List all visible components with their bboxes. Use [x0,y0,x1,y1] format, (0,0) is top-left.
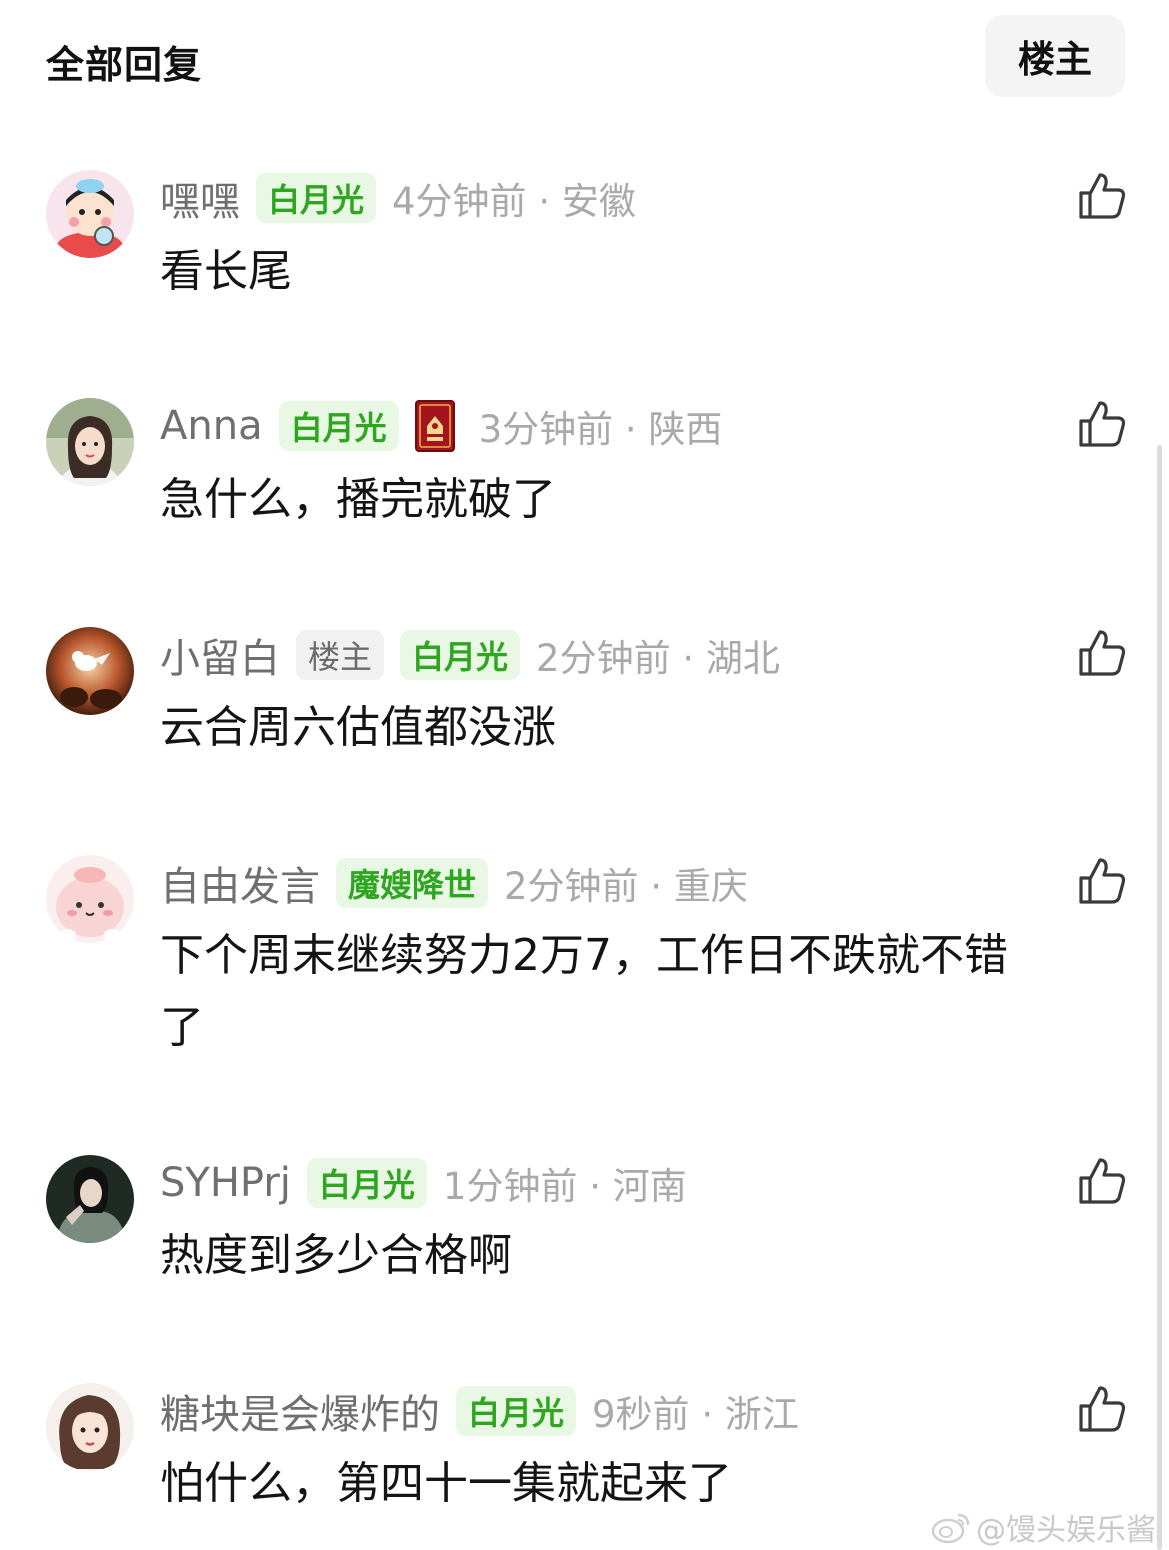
time-location: 4分钟前 · 安徽 [392,171,636,225]
owner-only-filter-button[interactable]: 楼主 [985,15,1125,97]
comment-meta: SYHPrj 白月光 1分钟前 · 河南 [160,1155,687,1211]
meta-separator: · [682,637,695,680]
avatar[interactable] [46,627,134,715]
comment-time: 2分钟前 [504,865,639,908]
time-location: 1分钟前 · 河南 [443,1156,687,1210]
thumbs-up-icon[interactable] [1076,170,1128,222]
time-location: 2分钟前 · 湖北 [536,628,780,682]
username[interactable]: 小留白 [160,626,280,684]
fan-badge[interactable]: 白月光 [306,1158,427,1208]
thumbs-up-icon[interactable] [1076,398,1128,450]
username[interactable]: 嘿嘿 [160,169,240,227]
username[interactable]: Anna [160,403,263,449]
weibo-logo-icon [931,1513,970,1544]
comment-time: 4分钟前 [392,180,527,223]
comment-location: 湖北 [705,637,780,680]
header: 全部回复 楼主 [0,0,1169,110]
comment-location: 重庆 [673,865,748,908]
meta-separator: · [624,408,637,451]
comment-text: 云合周六估值都没涨 [160,702,556,753]
username[interactable]: 糖块是会爆炸的 [160,1382,440,1440]
watermark-text: @馒头娱乐酱 [976,1513,1156,1548]
comment-text-line: 了 [160,1002,204,1053]
meta-separator: · [701,1393,714,1436]
comment-time: 3分钟前 [478,408,614,451]
fan-badge[interactable]: 白月光 [456,1386,577,1436]
time-location: 2分钟前 · 重庆 [504,856,748,910]
avatar[interactable] [46,855,134,943]
watermark: @馒头娱乐酱 [930,1505,1156,1549]
comment-page: 全部回复 楼主 嘿嘿 白月光 4分钟前 · 安徽 看长尾 Anna 白月光 3分… [0,0,1169,1550]
comment-meta: Anna 白月光 3分钟前 · 陕西 [160,398,722,454]
decoration-card-icon [414,400,455,452]
comment-time: 1分钟前 [442,1165,578,1208]
avatar[interactable] [46,1155,134,1243]
time-location: 9秒前 · 浙江 [592,1384,799,1438]
scrollbar[interactable] [1157,445,1162,1550]
comment-meta: 糖块是会爆炸的 白月光 9秒前 · 浙江 [160,1383,799,1439]
time-location: 3分钟前 · 陕西 [479,399,723,453]
thread-owner-badge: 楼主 [296,630,385,680]
avatar[interactable] [46,398,134,486]
meta-separator: · [650,865,663,908]
thumbs-up-icon[interactable] [1076,627,1128,679]
comment-text: 看长尾 [160,246,292,297]
comment-meta: 小留白 楼主 白月光 2分钟前 · 湖北 [160,627,780,683]
thumbs-up-icon[interactable] [1076,855,1128,907]
username[interactable]: SYHPrj [160,1160,291,1206]
avatar[interactable] [46,170,134,258]
meta-separator: · [589,1165,601,1208]
comment-meta: 嘿嘿 白月光 4分钟前 · 安徽 [160,170,636,226]
comment-location: 陕西 [648,408,723,451]
all-replies-title: 全部回复 [46,43,203,87]
comment-time: 9秒前 [592,1393,690,1436]
username[interactable]: 自由发言 [160,854,320,912]
fan-badge[interactable]: 白月光 [278,401,399,451]
comment-text: 急什么，播完就破了 [160,474,556,525]
comment-meta: 自由发言 魔嫂降世 2分钟前 · 重庆 [160,855,748,911]
comment-text-line: 下个周末继续努力2万7，工作日不跌就不错 [160,930,1008,981]
avatar[interactable] [46,1383,134,1471]
comment-location: 浙江 [724,1393,799,1436]
fan-badge[interactable]: 白月光 [400,630,521,680]
comment-text: 热度到多少合格啊 [160,1230,512,1281]
comment-location: 安徽 [561,180,636,223]
comment-text: 下个周末继续努力2万7，工作日不跌就不错 了 [160,920,1120,1064]
comment-location: 河南 [612,1165,687,1208]
thumbs-up-icon[interactable] [1076,1155,1128,1207]
comment-time: 2分钟前 [536,637,671,680]
fan-badge[interactable]: 魔嫂降世 [336,858,489,908]
thumbs-up-icon[interactable] [1076,1383,1128,1435]
meta-separator: · [538,180,551,223]
fan-badge[interactable]: 白月光 [256,173,377,223]
